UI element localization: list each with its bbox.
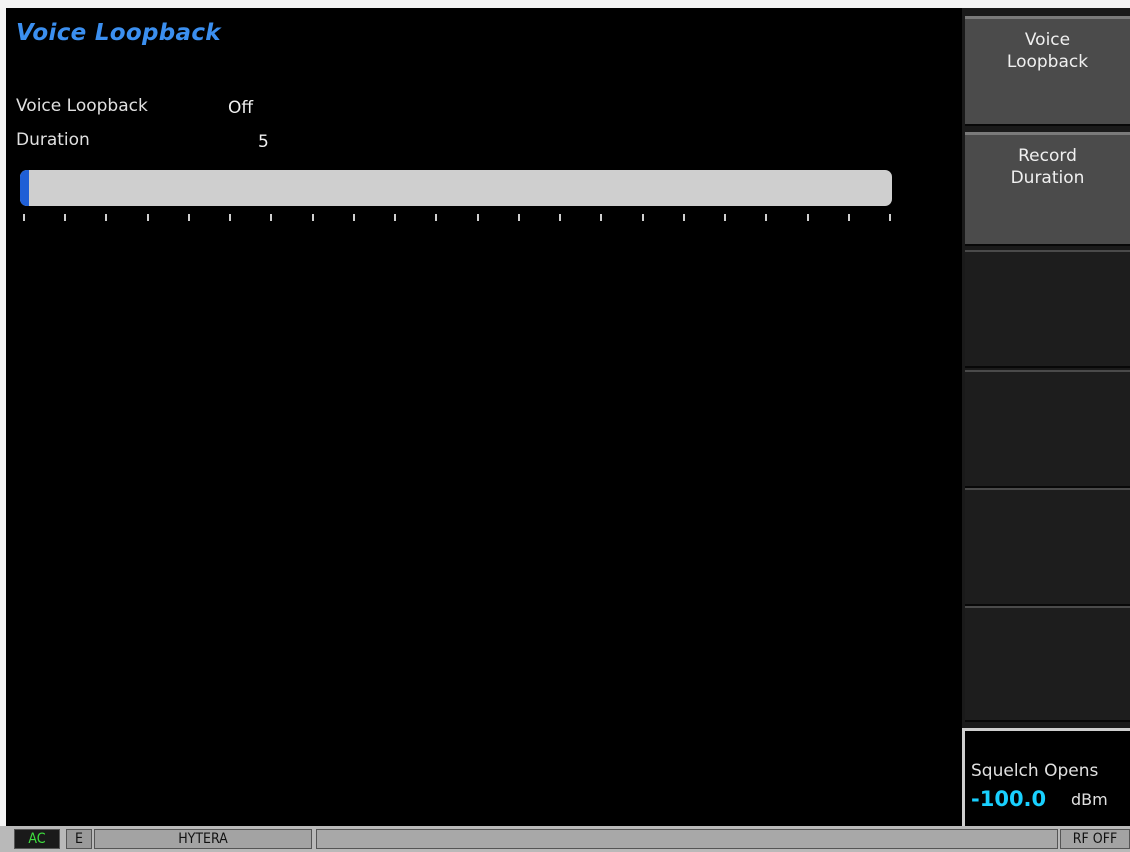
softkey-4[interactable] [965, 370, 1130, 488]
progress-tick [270, 214, 272, 221]
squelch-label: Squelch Opens [971, 761, 1099, 781]
progress-tick [642, 214, 644, 221]
softkey-6-label [965, 608, 1130, 618]
squelch-readout: Squelch Opens -100.0 dBm [962, 728, 1130, 826]
voice-loopback-value[interactable]: Off [228, 98, 253, 118]
progress-scale [20, 214, 892, 224]
progress-tick [600, 214, 602, 221]
progress-tick [683, 214, 685, 221]
softkey-5[interactable] [965, 488, 1130, 606]
ext-indicator: E [66, 829, 92, 849]
rf-status-indicator: RF OFF [1060, 829, 1130, 849]
progress-tick [353, 214, 355, 221]
squelch-value: -100.0 [971, 787, 1047, 811]
softkey-4-label [965, 372, 1130, 382]
softkey-5-label [965, 490, 1130, 500]
progress-tick [848, 214, 850, 221]
record-duration-softkey-label: Record Duration [1010, 146, 1085, 188]
duration-label: Duration [16, 130, 90, 150]
progress-tick [435, 214, 437, 221]
softkey-panel: Voice Loopback Record Duration [962, 8, 1130, 826]
progress-tick [229, 214, 231, 221]
duration-value[interactable]: 5 [258, 132, 269, 152]
status-bar: AC E HYTERA RF OFF [0, 826, 1130, 852]
profile-indicator: HYTERA [94, 829, 312, 849]
softkey-6[interactable] [965, 606, 1130, 722]
progress-tick [312, 214, 314, 221]
progress-tick [105, 214, 107, 221]
softkey-3[interactable] [965, 250, 1130, 368]
main-display: Voice Loopback Voice Loopback Off Durati… [6, 8, 962, 826]
page-title: Voice Loopback [16, 20, 221, 46]
progress-tick [394, 214, 396, 221]
voice-loopback-softkey-label: Voice Loopback [1006, 30, 1089, 72]
progress-tick [518, 214, 520, 221]
progress-tick [147, 214, 149, 221]
progress-tick [765, 214, 767, 221]
progress-tick [807, 214, 809, 221]
top-bezel [0, 0, 1130, 8]
progress-tick [23, 214, 25, 221]
progress-tick [64, 214, 66, 221]
progress-tick [559, 214, 561, 221]
progress-tick [889, 214, 891, 221]
record-progress-fill [20, 170, 29, 206]
record-progress-bar [20, 170, 892, 206]
softkey-3-label [965, 252, 1130, 262]
message-area [316, 829, 1058, 849]
voice-loopback-label: Voice Loopback [16, 96, 148, 116]
progress-tick [477, 214, 479, 221]
squelch-unit: dBm [1071, 790, 1108, 809]
progress-tick [724, 214, 726, 221]
progress-tick [188, 214, 190, 221]
record-duration-softkey[interactable]: Record Duration [965, 132, 1130, 246]
voice-loopback-softkey[interactable]: Voice Loopback [965, 16, 1130, 126]
ac-power-indicator: AC [14, 829, 60, 849]
